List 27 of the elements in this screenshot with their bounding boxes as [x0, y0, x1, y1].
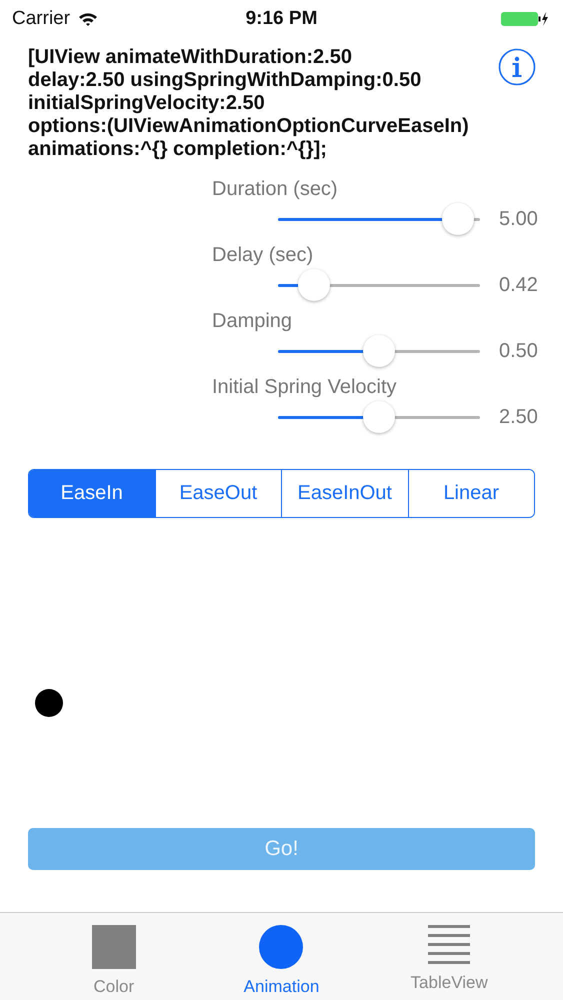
wifi-icon [78, 12, 98, 26]
list-icon [428, 925, 470, 965]
slider-value: 0.42 [499, 274, 538, 296]
square-icon [92, 925, 136, 969]
slider-thumb[interactable] [298, 268, 330, 300]
slider-value: 2.50 [499, 406, 538, 428]
segment-option[interactable]: Linear [408, 470, 534, 517]
battery-icon [501, 11, 549, 27]
slider-thumb[interactable] [363, 334, 395, 366]
slider-value: 5.00 [499, 208, 538, 230]
tab-item[interactable]: Color [58, 913, 169, 997]
info-icon[interactable] [498, 48, 536, 86]
slider-label: Duration (sec) [212, 177, 339, 201]
slider-label: Initial Spring Velocity [212, 375, 398, 399]
slider-thumb[interactable] [442, 202, 474, 234]
slider-label: Delay (sec) [212, 243, 314, 267]
tab-item[interactable]: Animation [226, 913, 336, 997]
ball-icon [35, 689, 63, 717]
slider-label: Damping [212, 309, 294, 333]
carrier-name: Carrier [12, 8, 70, 30]
code-text: [UIView animateWithDuration:2.50 delay:2.50 usingSpringWithDamping:0.50 initialSpringVelocity:2.50 options:(UIViewAnimationOptionCurveEaseIn) animations:^{} completion:^{}]; [28, 46, 470, 161]
tab-item[interactable]: TableView [394, 913, 504, 993]
status-time: 9:16 PM [246, 8, 318, 30]
segment-option[interactable]: EaseIn [29, 470, 154, 517]
circle-icon [259, 925, 304, 969]
slider-thumb[interactable] [363, 400, 395, 432]
slider-value: 0.50 [499, 340, 538, 362]
